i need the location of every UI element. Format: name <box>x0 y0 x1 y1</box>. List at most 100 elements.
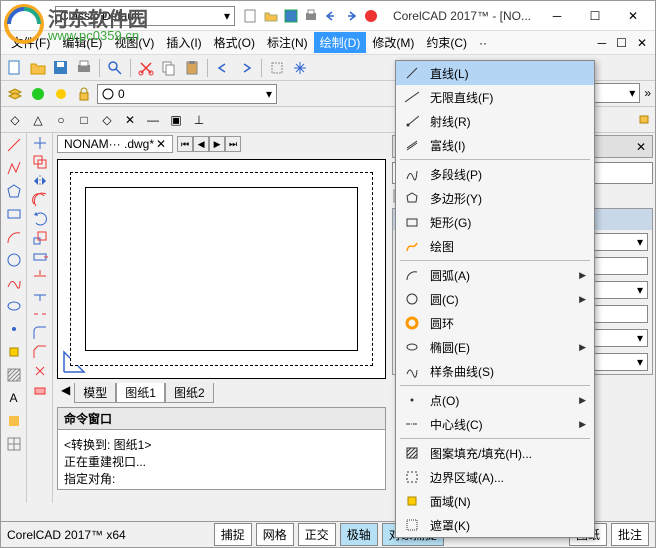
menu-item-rich[interactable]: 富线(I) <box>396 133 594 157</box>
snap-ins-icon[interactable]: ▣ <box>166 110 186 130</box>
tool-spline-icon[interactable] <box>4 273 24 293</box>
tool-hatch-icon[interactable] <box>4 365 24 385</box>
menu-item-ray[interactable]: 射线(R) <box>396 109 594 133</box>
menu-item-region[interactable]: 面域(N) <box>396 489 594 513</box>
menu-constraint[interactable]: 约束(C) <box>420 32 473 53</box>
status-grid[interactable]: 网格 <box>256 523 294 546</box>
snap-perp-icon[interactable]: ⊥ <box>189 110 209 130</box>
tool-ellipse-icon[interactable] <box>4 296 24 316</box>
menu-dimension[interactable]: 标注(N) <box>261 32 314 53</box>
snap-ext-icon[interactable]: — <box>143 110 163 130</box>
select-icon[interactable] <box>267 58 287 78</box>
tool-text-icon[interactable]: A <box>4 388 24 408</box>
cut-icon[interactable] <box>136 58 156 78</box>
status-polar[interactable]: 极轴 <box>340 523 378 546</box>
tab-prev-icon[interactable]: ◀ <box>193 136 209 152</box>
tool-scale-icon[interactable] <box>32 230 48 246</box>
copy-icon[interactable] <box>159 58 179 78</box>
tool-rotate-icon[interactable] <box>32 211 48 227</box>
snap-quad-icon[interactable]: ◇ <box>97 110 117 130</box>
tool-move-icon[interactable] <box>32 135 48 151</box>
menu-draw[interactable]: 绘制(D) <box>314 32 367 53</box>
menu-more[interactable]: ·· <box>473 34 493 52</box>
command-body[interactable]: <转换到: 图纸1> 正在重建视口... 指定对角: <box>57 430 386 490</box>
undo-icon[interactable] <box>323 8 339 24</box>
new-icon[interactable] <box>243 8 259 24</box>
new-doc-icon[interactable] <box>5 58 25 78</box>
tab-first-icon[interactable]: ⏮ <box>177 136 193 152</box>
save-icon[interactable] <box>283 8 299 24</box>
tool-point-icon[interactable] <box>4 319 24 339</box>
menu-item-polygon[interactable]: 多边形(Y) <box>396 186 594 210</box>
preview-icon[interactable] <box>105 58 125 78</box>
maximize-button[interactable]: ☐ <box>577 4 613 28</box>
menu-view[interactable]: 视图(V) <box>108 32 160 53</box>
tool-circle-icon[interactable] <box>4 250 24 270</box>
menu-item-point[interactable]: 点(O)▶ <box>396 388 594 412</box>
tab-model[interactable]: 模型 <box>74 383 116 403</box>
tool-copy-icon[interactable] <box>32 154 48 170</box>
open-icon[interactable] <box>263 8 279 24</box>
tool-arc-icon[interactable] <box>4 227 24 247</box>
tool-extend-icon[interactable] <box>32 287 48 303</box>
undo-tb-icon[interactable] <box>213 58 233 78</box>
menu-item-ellipse[interactable]: 椭圆(E)▶ <box>396 335 594 359</box>
menu-item-donut[interactable]: 圆环 <box>396 311 594 335</box>
mdi-close-icon[interactable]: ✕ <box>633 36 651 50</box>
workspace-selector[interactable]: Classic Default ▾ <box>55 6 235 26</box>
panel-close-icon[interactable]: ✕ <box>636 140 646 154</box>
tool-break-icon[interactable] <box>32 306 48 322</box>
tool-offset-icon[interactable] <box>32 192 48 208</box>
tool-stretch-icon[interactable] <box>32 249 48 265</box>
minimize-button[interactable]: ─ <box>539 4 575 28</box>
tool-chamfer-icon[interactable] <box>32 344 48 360</box>
snap-int-icon[interactable]: ✕ <box>120 110 140 130</box>
tool-polygon-icon[interactable] <box>4 181 24 201</box>
document-tab[interactable]: NONAM··· .dwg* ✕ <box>57 135 173 153</box>
open-doc-icon[interactable] <box>28 58 48 78</box>
status-anno-btn[interactable]: 批注 <box>611 523 649 546</box>
menu-edit[interactable]: 编辑(E) <box>56 32 108 53</box>
snap-end-icon[interactable]: ◇ <box>5 110 25 130</box>
pan-icon[interactable] <box>290 58 310 78</box>
menu-item-cline[interactable]: 中心线(C)▶ <box>396 412 594 436</box>
tool-pline-icon[interactable] <box>4 158 24 178</box>
linestyle-btn-icon[interactable]: » <box>644 86 651 100</box>
tool-block-icon[interactable] <box>4 342 24 362</box>
layer-manager-icon[interactable] <box>5 84 25 104</box>
menu-insert[interactable]: 插入(I) <box>160 32 207 53</box>
mdi-min-icon[interactable]: ─ <box>594 36 611 50</box>
tool-fillet-icon[interactable] <box>32 325 48 341</box>
snap-mid-icon[interactable]: △ <box>28 110 48 130</box>
print-doc-icon[interactable] <box>74 58 94 78</box>
snap-center-icon[interactable]: ○ <box>51 110 71 130</box>
layer-color-icon[interactable] <box>28 84 48 104</box>
tool-erase-icon[interactable] <box>32 382 48 398</box>
redo-tb-icon[interactable] <box>236 58 256 78</box>
tool-table-icon[interactable] <box>4 434 24 454</box>
snap-lock-icon[interactable] <box>637 110 651 124</box>
menu-modify[interactable]: 修改(M) <box>366 32 420 53</box>
status-snap[interactable]: 捕捉 <box>214 523 252 546</box>
menu-item-boundary[interactable]: 边界区域(A)... <box>396 465 594 489</box>
menu-item-rect[interactable]: 矩形(G) <box>396 210 594 234</box>
paste-icon[interactable] <box>182 58 202 78</box>
tab-last-icon[interactable]: ⏭ <box>225 136 241 152</box>
drawing-canvas[interactable] <box>57 159 386 379</box>
menu-item-hatch[interactable]: 图案填充/填充(H)... <box>396 441 594 465</box>
redo-icon[interactable] <box>343 8 359 24</box>
tab-sheet1[interactable]: 图纸1 <box>116 383 165 403</box>
menu-item-circle[interactable]: 圆(C)▶ <box>396 287 594 311</box>
status-ortho[interactable]: 正交 <box>298 523 336 546</box>
mdi-max-icon[interactable]: ☐ <box>612 36 631 50</box>
menu-file[interactable]: 文件(F) <box>5 32 56 53</box>
menu-item-arc[interactable]: 圆弧(A)▶ <box>396 263 594 287</box>
tool-explode-icon[interactable] <box>32 363 48 379</box>
menu-item-xline[interactable]: 无限直线(F) <box>396 85 594 109</box>
menu-item-spline[interactable]: 样条曲线(S) <box>396 359 594 383</box>
menu-item-mask[interactable]: 遮罩(K) <box>396 513 594 537</box>
snap-node-icon[interactable]: □ <box>74 110 94 130</box>
layer-selector[interactable]: 0 ▾ <box>97 84 277 104</box>
close-tab-icon[interactable]: ✕ <box>156 137 166 151</box>
tool-trim-icon[interactable] <box>32 268 48 284</box>
